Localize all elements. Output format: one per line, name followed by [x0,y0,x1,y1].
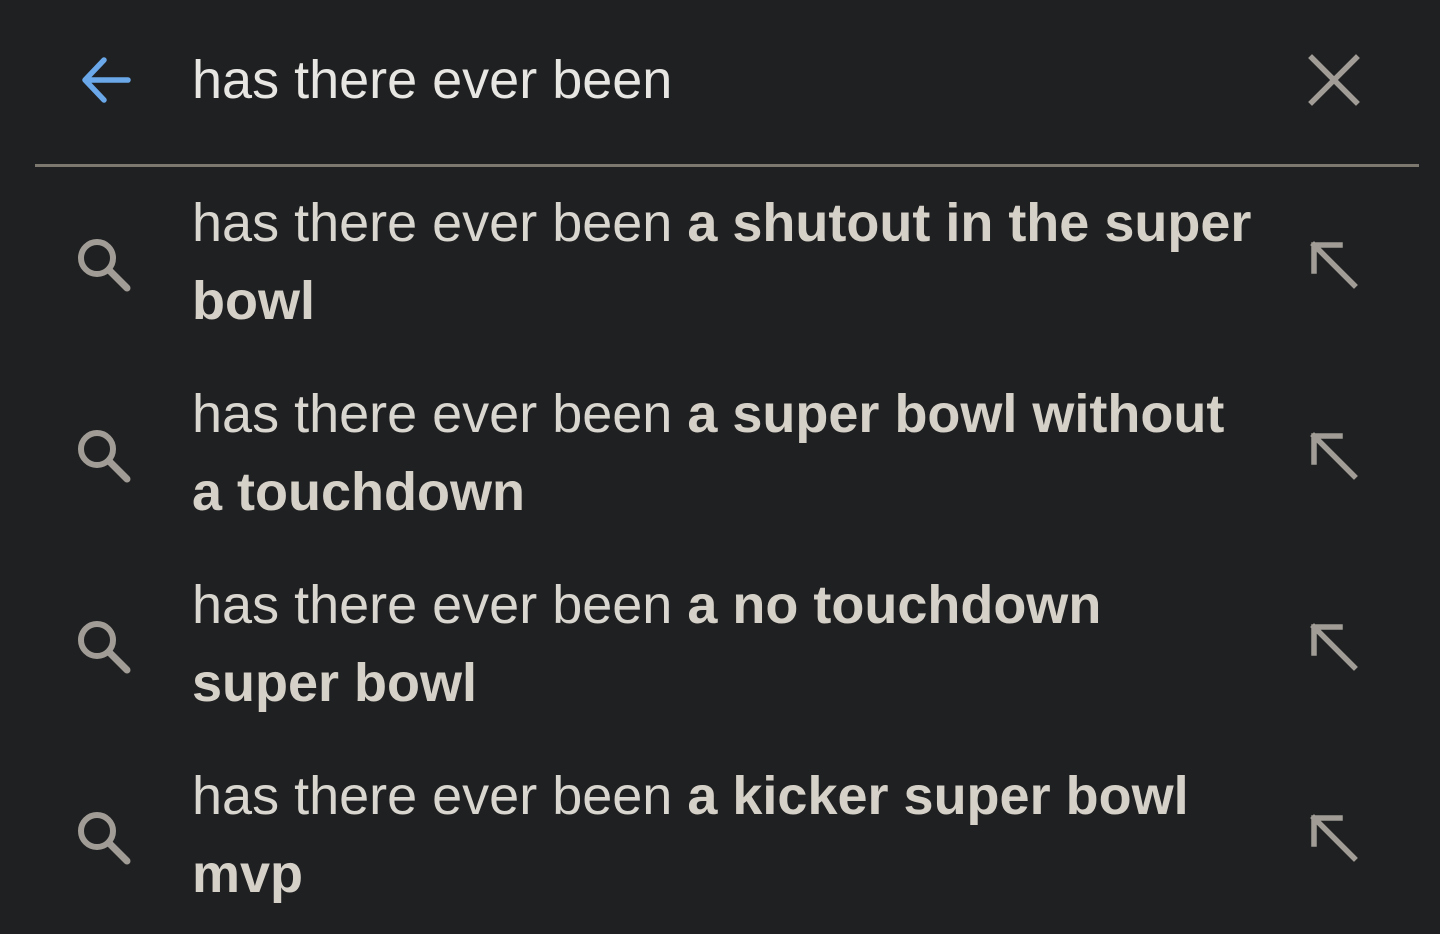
fill-query-button[interactable] [1294,607,1374,687]
search-icon [64,416,144,496]
search-icon [64,798,144,878]
arrow-up-left-icon [1310,623,1358,671]
search-icon [64,607,144,687]
fill-query-button[interactable] [1294,798,1374,878]
suggestion-prefix: has there ever been [192,766,673,826]
arrow-up-left-icon [1310,241,1358,289]
suggestion-prefix: has there ever been [192,384,673,444]
suggestion-item[interactable]: has there ever been a no touchdown super… [0,549,1440,740]
suggestion-list: has there ever been a shutout in the sup… [0,167,1440,931]
search-screen: has there ever been a shutout in the sup… [0,0,1440,934]
suggestion-prefix: has there ever been [192,575,673,635]
search-input[interactable] [192,44,1272,116]
fill-query-button[interactable] [1294,416,1374,496]
close-icon [1308,54,1360,106]
suggestion-text: has there ever been a no touchdown super… [192,566,1262,722]
fill-query-button[interactable] [1294,225,1374,305]
suggestion-item[interactable]: has there ever been a kicker super bowl … [0,740,1440,931]
arrow-up-left-icon [1310,432,1358,480]
suggestion-item[interactable]: has there ever been a shutout in the sup… [0,167,1440,358]
search-icon [64,225,144,305]
suggestion-text: has there ever been a super bowl without… [192,375,1262,531]
search-bar [0,0,1440,164]
back-button[interactable] [66,40,146,120]
suggestion-prefix: has there ever been [192,193,673,253]
suggestion-item[interactable]: has there ever been a super bowl without… [0,358,1440,549]
arrow-left-icon [82,57,131,103]
arrow-up-left-icon [1310,814,1358,862]
suggestion-text: has there ever been a shutout in the sup… [192,184,1262,340]
clear-button[interactable] [1294,40,1374,120]
suggestion-text: has there ever been a kicker super bowl … [192,757,1262,913]
